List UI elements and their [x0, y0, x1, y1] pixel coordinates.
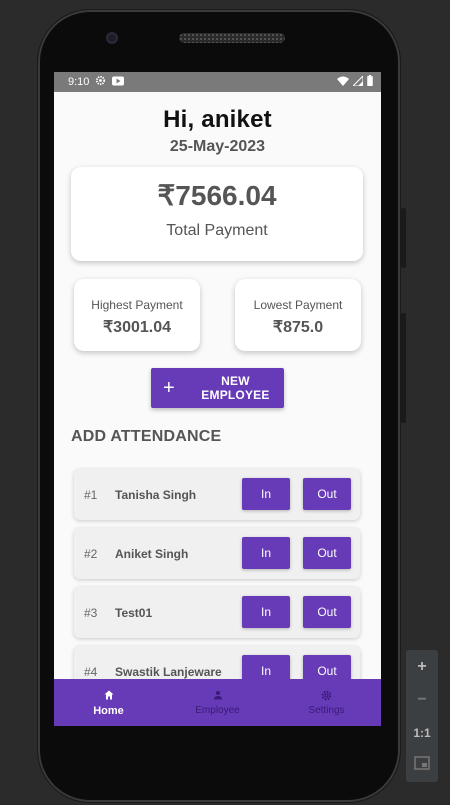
volume-button[interactable]: [401, 313, 406, 423]
person-icon: [213, 689, 223, 701]
wifi-icon: [337, 76, 349, 89]
highest-payment-label: Highest Payment: [91, 298, 183, 312]
new-employee-label: NEW EMPLOYEE: [201, 374, 270, 402]
gear-icon: [95, 75, 106, 89]
lowest-payment-card: Lowest Payment ₹875.0: [235, 279, 361, 351]
nav-employee[interactable]: Employee: [163, 679, 272, 726]
nav-settings-label: Settings: [308, 705, 345, 716]
employee-number: #2: [84, 546, 98, 561]
bottom-navigation: Home Employee Settings: [54, 679, 381, 726]
home-icon: [104, 689, 114, 701]
nav-settings[interactable]: Settings: [272, 679, 381, 726]
status-bar: 9:10: [54, 72, 381, 92]
check-in-button[interactable]: In: [242, 596, 290, 628]
employee-name: Swastik Lanjeware: [115, 664, 222, 679]
plus-icon: +: [163, 377, 175, 399]
zoom-out-button[interactable]: −: [406, 683, 438, 716]
check-out-button[interactable]: Out: [303, 478, 351, 510]
attendance-row: #1 Tanisha Singh In Out: [74, 469, 360, 520]
employee-number: #3: [84, 605, 98, 620]
total-payment-label: Total Payment: [166, 222, 268, 239]
nav-employee-label: Employee: [195, 705, 240, 716]
total-payment-amount: ₹7566.04: [157, 180, 277, 211]
speaker-grille: [179, 33, 285, 43]
employee-name: Aniket Singh: [115, 546, 189, 561]
fit-screen-button[interactable]: [406, 749, 438, 782]
signal-icon: [351, 74, 364, 89]
attendance-row: #2 Aniket Singh In Out: [74, 528, 360, 579]
zoom-one-to-one-button[interactable]: 1:1: [406, 716, 438, 749]
power-button[interactable]: [401, 208, 406, 268]
status-time: 9:10: [68, 76, 90, 88]
attendance-row: #3 Test01 In Out: [74, 587, 360, 638]
check-in-button[interactable]: In: [242, 478, 290, 510]
lowest-payment-amount: ₹875.0: [272, 319, 324, 336]
attendance-section-title: ADD ATTENDANCE: [71, 428, 222, 445]
employee-number: #1: [84, 487, 98, 502]
highest-payment-amount: ₹3001.04: [102, 319, 171, 336]
employee-number: #4: [84, 664, 98, 679]
greeting-title: Hi, aniket: [163, 106, 272, 133]
fit-screen-icon: [414, 756, 430, 775]
check-in-button[interactable]: In: [242, 537, 290, 569]
gear-icon: [321, 689, 332, 701]
battery-icon: [367, 75, 373, 89]
zoom-in-button[interactable]: +: [406, 650, 438, 683]
nav-home-label: Home: [93, 704, 124, 717]
camera: [106, 32, 118, 44]
new-employee-button[interactable]: + NEW EMPLOYEE: [151, 368, 284, 408]
youtube-icon: [112, 76, 125, 89]
employee-name: Tanisha Singh: [115, 487, 197, 502]
attendance-list: #1 Tanisha Singh In Out #2 Aniket Singh …: [74, 469, 360, 705]
nav-home[interactable]: Home: [54, 679, 163, 726]
employee-name: Test01: [115, 605, 153, 620]
highest-payment-card: Highest Payment ₹3001.04: [74, 279, 200, 351]
check-out-button[interactable]: Out: [303, 596, 351, 628]
lowest-payment-label: Lowest Payment: [253, 298, 343, 312]
current-date: 25-May-2023: [169, 138, 266, 155]
app-screen: 9:10 Hi, aniket 25-May-2023 ₹7566.04 Tot…: [54, 72, 381, 726]
emulator-zoom-controls: + − 1:1: [406, 650, 438, 782]
check-out-button[interactable]: Out: [303, 537, 351, 569]
total-payment-card: ₹7566.04 Total Payment: [71, 167, 363, 261]
